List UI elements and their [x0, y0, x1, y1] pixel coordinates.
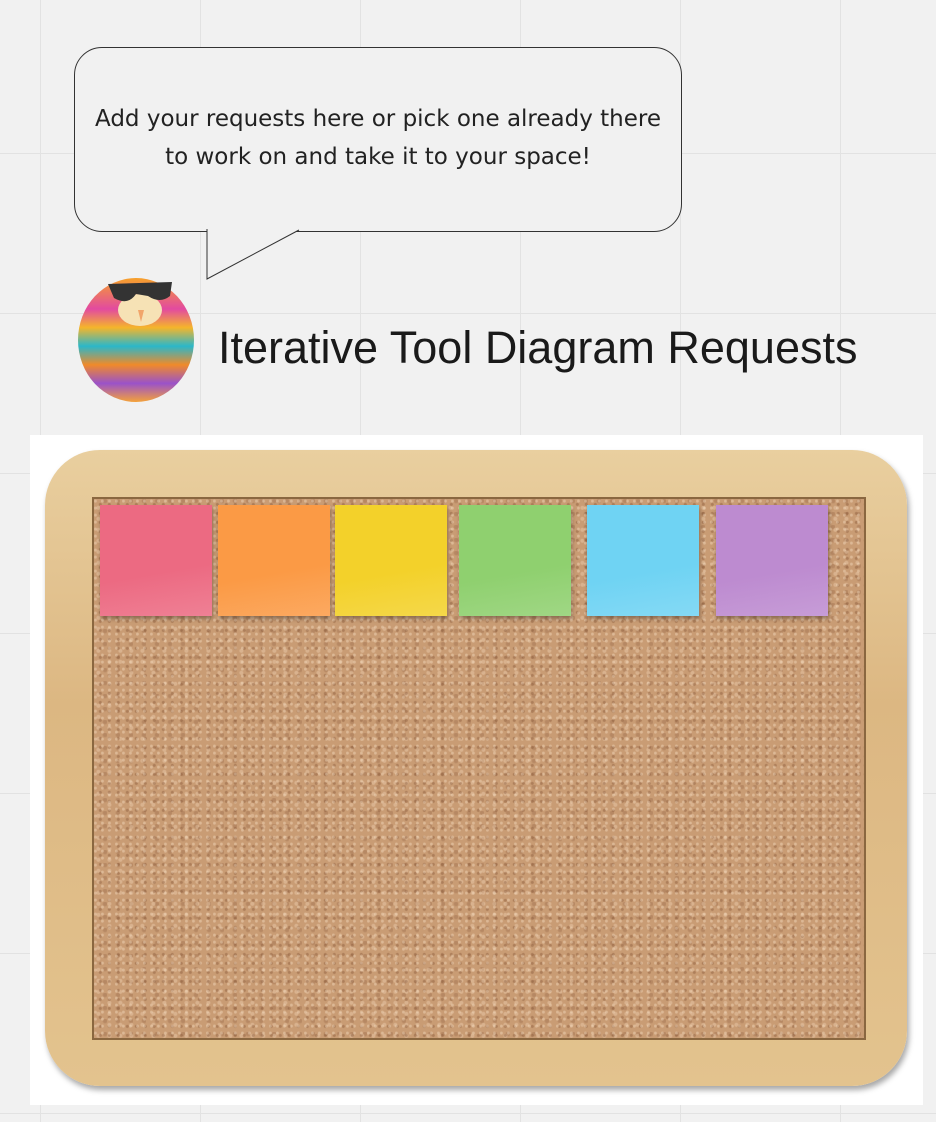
page-title: Iterative Tool Diagram Requests: [218, 322, 858, 373]
sticky-note[interactable]: [218, 505, 330, 616]
speech-bubble[interactable]: Add your requests here or pick one alrea…: [74, 47, 682, 232]
speech-bubble-text: Add your requests here or pick one alrea…: [95, 106, 661, 170]
sticky-note[interactable]: [716, 505, 828, 616]
sticky-note[interactable]: [587, 505, 699, 616]
sticky-note[interactable]: [335, 505, 447, 616]
owl-mascot-icon[interactable]: [72, 262, 200, 404]
speech-bubble-tail: [206, 229, 300, 280]
sticky-note[interactable]: [459, 505, 571, 616]
sticky-note[interactable]: [100, 505, 212, 616]
